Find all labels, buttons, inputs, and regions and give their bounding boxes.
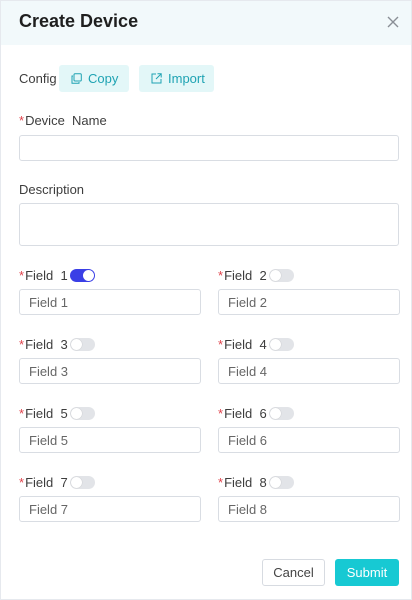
copy-button-label: Copy (88, 71, 119, 86)
required-marker: * (218, 268, 224, 283)
required-marker: * (19, 268, 25, 283)
field-2-label-text: Field 2 (224, 268, 267, 283)
toggle-knob (270, 477, 281, 488)
import-button[interactable]: Import (139, 65, 214, 92)
required-marker: * (19, 406, 25, 421)
toggle-knob (270, 408, 281, 419)
field-6-label-text: Field 6 (224, 406, 267, 421)
toggle-knob (270, 270, 281, 281)
field-8-toggle[interactable] (269, 476, 294, 489)
toggle-knob (270, 339, 281, 350)
description-label: Description (19, 182, 85, 197)
toggle-knob (71, 339, 82, 350)
field-1-toggle[interactable] (70, 269, 95, 282)
field-1-label-text: Field 1 (25, 268, 68, 283)
field-1-input[interactable] (19, 289, 201, 315)
dialog-header: Create Device (1, 1, 411, 45)
required-marker: * (218, 406, 224, 421)
field-5-toggle[interactable] (70, 407, 95, 420)
field-4-toggle[interactable] (269, 338, 294, 351)
field-6-input[interactable] (218, 427, 400, 453)
submit-button[interactable]: Submit (335, 559, 399, 586)
required-marker: * (218, 337, 224, 352)
field-6-label: *Field 6 (218, 406, 267, 421)
field-5-label-text: Field 5 (25, 406, 68, 421)
field-7-label-text: Field 7 (25, 475, 68, 490)
device-name-label-text: Device Name (25, 113, 107, 128)
copy-icon (71, 73, 82, 84)
device-name-input[interactable] (19, 135, 399, 161)
create-device-dialog: Create Device Config Copy Import *Device… (0, 0, 412, 600)
toggle-knob (71, 408, 82, 419)
config-label: Config (19, 71, 57, 86)
field-7-label: *Field 7 (19, 475, 68, 490)
close-icon[interactable] (386, 15, 400, 29)
field-3-label-text: Field 3 (25, 337, 68, 352)
import-button-label: Import (168, 71, 205, 86)
field-7-input[interactable] (19, 496, 201, 522)
required-marker: * (19, 113, 25, 128)
field-2-toggle[interactable] (269, 269, 294, 282)
required-marker: * (218, 475, 224, 490)
field-3-input[interactable] (19, 358, 201, 384)
description-input[interactable] (19, 203, 399, 246)
field-7-toggle[interactable] (70, 476, 95, 489)
field-5-input[interactable] (19, 427, 201, 453)
toggle-knob (83, 270, 94, 281)
external-link-icon (151, 73, 162, 84)
field-4-input[interactable] (218, 358, 400, 384)
field-8-label-text: Field 8 (224, 475, 267, 490)
field-6-toggle[interactable] (269, 407, 294, 420)
field-1-label: *Field 1 (19, 268, 68, 283)
device-name-label: *Device Name (19, 113, 107, 128)
field-2-input[interactable] (218, 289, 400, 315)
dialog-title: Create Device (19, 11, 139, 31)
field-2-label: *Field 2 (218, 268, 267, 283)
field-3-toggle[interactable] (70, 338, 95, 351)
cancel-button[interactable]: Cancel (262, 559, 325, 586)
field-4-label: *Field 4 (218, 337, 267, 352)
required-marker: * (19, 475, 25, 490)
field-4-label-text: Field 4 (224, 337, 267, 352)
field-3-label: *Field 3 (19, 337, 68, 352)
field-5-label: *Field 5 (19, 406, 68, 421)
field-8-label: *Field 8 (218, 475, 267, 490)
copy-button[interactable]: Copy (59, 65, 129, 92)
toggle-knob (71, 477, 82, 488)
required-marker: * (19, 337, 25, 352)
field-8-input[interactable] (218, 496, 400, 522)
